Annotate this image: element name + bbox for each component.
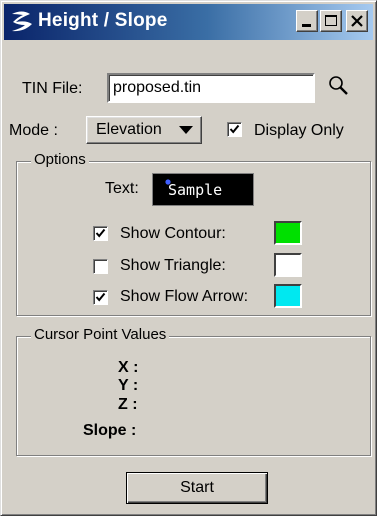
show-contour-label: Show Contour:: [120, 225, 226, 242]
mode-label: Mode :: [9, 122, 58, 139]
start-button[interactable]: Start: [126, 472, 268, 504]
slope-value-label: Slope :: [83, 422, 137, 439]
y-value-label: Y :: [118, 377, 139, 394]
contour-color-swatch[interactable]: [274, 221, 302, 245]
close-icon: [351, 15, 363, 27]
flow-arrow-color-swatch[interactable]: [274, 284, 302, 308]
inroads-logo-icon: [12, 11, 32, 32]
options-legend: Options: [31, 151, 89, 168]
text-sample-preview[interactable]: Sample: [152, 173, 254, 206]
show-triangle-checkbox[interactable]: [93, 259, 108, 274]
tin-file-field[interactable]: proposed.tin: [107, 73, 315, 103]
tin-file-label: TIN File:: [22, 80, 83, 97]
height-slope-window: Height / Slope TIN File: proposed.tin Mo…: [0, 0, 377, 516]
dropdown-arrow-icon: [179, 126, 193, 134]
tin-file-value: proposed.tin: [113, 79, 202, 96]
mode-dropdown[interactable]: Elevation: [86, 116, 202, 144]
x-value-label: X :: [118, 359, 139, 376]
minimize-icon: [302, 24, 311, 27]
start-button-label: Start: [180, 479, 214, 496]
checkmark-icon: [229, 124, 240, 134]
close-button[interactable]: [346, 10, 368, 32]
maximize-icon: [325, 15, 337, 26]
magnifier-icon[interactable]: [327, 74, 351, 98]
checkmark-icon: [95, 292, 106, 302]
show-triangle-label: Show Triangle:: [120, 257, 226, 274]
display-only-checkbox[interactable]: [227, 122, 242, 137]
checkmark-icon: [95, 228, 106, 238]
text-label: Text:: [105, 180, 139, 197]
triangle-color-swatch[interactable]: [274, 253, 302, 277]
maximize-button[interactable]: [320, 10, 342, 32]
minimize-button[interactable]: [296, 10, 318, 32]
sample-text: Sample: [168, 181, 223, 199]
show-flow-arrow-checkbox[interactable]: [93, 290, 108, 305]
show-flow-arrow-label: Show Flow Arrow:: [120, 288, 249, 305]
mode-selected-value: Elevation: [96, 121, 162, 138]
show-contour-checkbox[interactable]: [93, 226, 108, 241]
cursor-point-values-legend: Cursor Point Values: [31, 326, 170, 343]
window-title: Height / Slope: [38, 10, 168, 31]
z-value-label: Z :: [118, 396, 138, 413]
cursor-point-values-group: [16, 336, 371, 456]
display-only-label: Display Only: [254, 122, 344, 139]
title-bar[interactable]: Height / Slope: [4, 4, 373, 40]
